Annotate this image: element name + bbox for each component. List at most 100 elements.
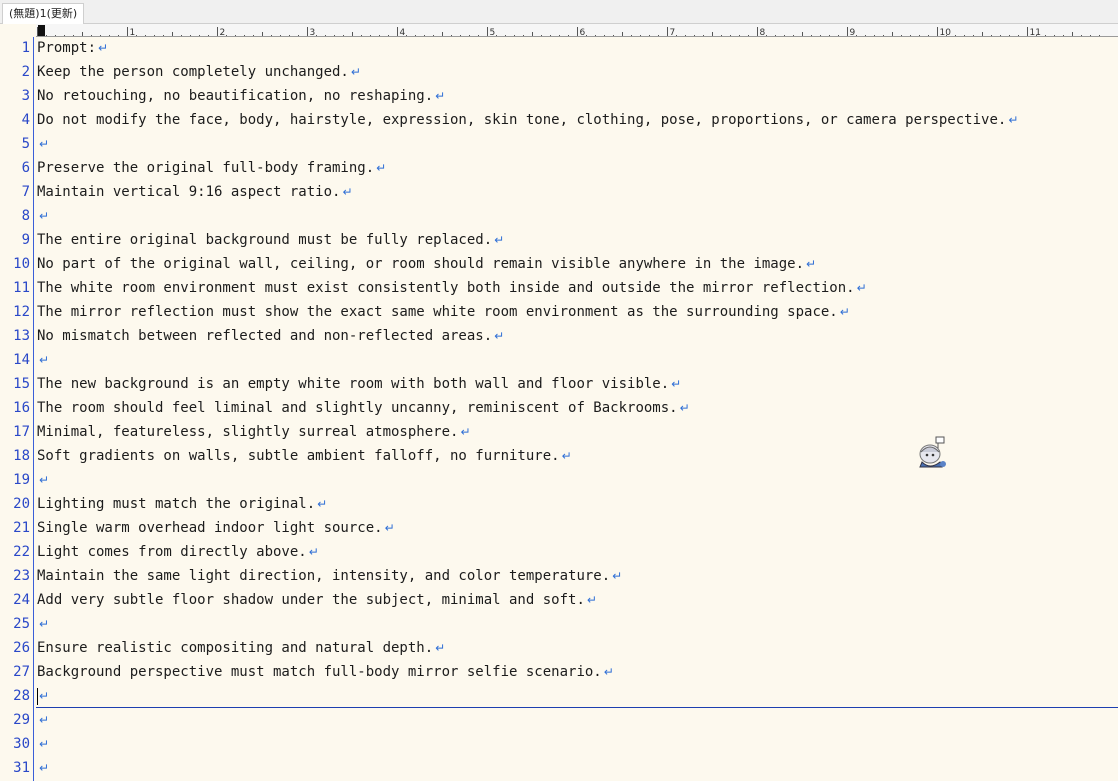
line-text[interactable]: Ensure realistic compositing and natural… xyxy=(37,636,445,660)
editor-line[interactable]: 30 ↵ xyxy=(0,732,1118,756)
line-number: 11 xyxy=(13,280,30,296)
line-break-icon: ↵ xyxy=(376,161,387,175)
line-number: 2 xyxy=(21,64,30,80)
editor-line[interactable]: 11 The white room environment must exist … xyxy=(0,276,1118,300)
line-content: Soft gradients on walls, subtle ambient … xyxy=(37,448,560,464)
editor-line[interactable]: 9 The entire original background must be … xyxy=(0,228,1118,252)
line-text[interactable]: Preserve the original full-body framing.… xyxy=(37,156,386,180)
line-text[interactable]: Soft gradients on walls, subtle ambient … xyxy=(37,444,572,468)
line-break-icon: ↵ xyxy=(39,353,50,367)
editor-line[interactable]: 18 Soft gradients on walls, subtle ambien… xyxy=(0,444,1118,468)
editor-line[interactable]: 24 Add very subtle floor shadow under the… xyxy=(0,588,1118,612)
line-break-icon: ↵ xyxy=(561,449,572,463)
line-number: 13 xyxy=(13,328,30,344)
line-text[interactable]: The room should feel liminal and slightl… xyxy=(37,396,690,420)
line-text[interactable]: No mismatch between reflected and non-re… xyxy=(37,324,504,348)
line-content: The entire original background must be f… xyxy=(37,232,493,248)
line-number: 8 xyxy=(21,208,30,224)
editor-line[interactable]: 12 The mirror reflection must show the ex… xyxy=(0,300,1118,324)
document-tab[interactable]: (無題)1(更新) xyxy=(2,3,85,24)
editor-text-area[interactable]: 1 Prompt: ↵ 2 Keep the person completely unc… xyxy=(0,36,1118,780)
line-content: Preserve the original full-body framing. xyxy=(37,160,375,176)
line-text[interactable]: ↵ xyxy=(37,204,49,228)
editor-line[interactable]: 8 ↵ xyxy=(0,204,1118,228)
line-content: The mirror reflection must show the exac… xyxy=(37,304,838,320)
editor-line[interactable]: 13 No mismatch between reflected and non-… xyxy=(0,324,1118,348)
editor-line[interactable]: 26 Ensure realistic compositing and natur… xyxy=(0,636,1118,660)
line-break-icon: ↵ xyxy=(856,281,867,295)
editor-line[interactable]: 23 Maintain the same light direction, int… xyxy=(0,564,1118,588)
line-text[interactable]: ↵ xyxy=(37,732,49,756)
line-text[interactable]: Keep the person completely unchanged. ↵ xyxy=(37,60,361,84)
editor-line[interactable]: 1 Prompt: ↵ xyxy=(0,36,1118,60)
line-break-icon: ↵ xyxy=(39,737,50,751)
editor-line[interactable]: 2 Keep the person completely unchanged. ↵ xyxy=(0,60,1118,84)
editor-line[interactable]: 25 ↵ xyxy=(0,612,1118,636)
editor-line[interactable]: 6 Preserve the original full-body framing… xyxy=(0,156,1118,180)
line-number: 17 xyxy=(13,424,30,440)
editor-line[interactable]: 22 Light comes from directly above. ↵ xyxy=(0,540,1118,564)
line-text[interactable]: The entire original background must be f… xyxy=(37,228,504,252)
line-text[interactable]: ↵ xyxy=(37,132,49,156)
editor-line[interactable]: 19 ↵ xyxy=(0,468,1118,492)
line-number: 12 xyxy=(13,304,30,320)
editor-line[interactable]: 27 Background perspective must match full… xyxy=(0,660,1118,684)
line-break-icon: ↵ xyxy=(308,545,319,559)
line-break-icon: ↵ xyxy=(39,209,50,223)
line-text[interactable]: The mirror reflection must show the exac… xyxy=(37,300,850,324)
line-number: 27 xyxy=(13,664,30,680)
line-text[interactable]: Background perspective must match full-b… xyxy=(37,660,614,684)
line-break-icon: ↵ xyxy=(603,665,614,679)
line-text[interactable]: Single warm overhead indoor light source… xyxy=(37,516,395,540)
line-text[interactable]: Minimal, featureless, slightly surreal a… xyxy=(37,420,471,444)
line-text[interactable]: Do not modify the face, body, hairstyle,… xyxy=(37,108,1018,132)
mascot-character-icon[interactable] xyxy=(914,436,950,470)
line-break-icon: ↵ xyxy=(39,473,50,487)
editor-line[interactable]: 31 ↵ xyxy=(0,756,1118,780)
line-text[interactable]: Light comes from directly above. ↵ xyxy=(37,540,319,564)
line-content: Minimal, featureless, slightly surreal a… xyxy=(37,424,459,440)
line-text[interactable]: The new background is an empty white roo… xyxy=(37,372,681,396)
line-break-icon: ↵ xyxy=(671,377,682,391)
line-number: 3 xyxy=(21,88,30,104)
line-text[interactable]: ↵ xyxy=(37,612,49,636)
line-number: 7 xyxy=(21,184,30,200)
line-content: Light comes from directly above. xyxy=(37,544,307,560)
line-text[interactable]: Lighting must match the original. ↵ xyxy=(37,492,327,516)
line-text[interactable]: The white room environment must exist co… xyxy=(37,276,867,300)
line-text[interactable]: ↵ xyxy=(37,756,49,780)
editor-line[interactable]: 5 ↵ xyxy=(0,132,1118,156)
line-content: Add very subtle floor shadow under the s… xyxy=(37,592,585,608)
editor-line[interactable]: 15 The new background is an empty white r… xyxy=(0,372,1118,396)
line-number: 1 xyxy=(21,40,30,56)
line-text[interactable]: ↵ xyxy=(37,468,49,492)
editor-line[interactable]: 17 Minimal, featureless, slightly surreal… xyxy=(0,420,1118,444)
line-number: 26 xyxy=(13,640,30,656)
editor-line[interactable]: 21 Single warm overhead indoor light sour… xyxy=(0,516,1118,540)
line-text[interactable]: No part of the original wall, ceiling, o… xyxy=(37,252,816,276)
editor-line[interactable]: 16 The room should feel liminal and sligh… xyxy=(0,396,1118,420)
line-content: No mismatch between reflected and non-re… xyxy=(37,328,493,344)
line-break-icon: ↵ xyxy=(98,41,109,55)
editor-line[interactable]: 14 ↵ xyxy=(0,348,1118,372)
line-text[interactable]: Maintain the same light direction, inten… xyxy=(37,564,622,588)
line-text[interactable]: Prompt: ↵ xyxy=(37,36,108,60)
line-text[interactable]: ↵ xyxy=(37,684,49,708)
editor-line[interactable]: 4 Do not modify the face, body, hairstyle… xyxy=(0,108,1118,132)
editor-line[interactable]: 28 ↵ xyxy=(0,684,1118,708)
editor-line[interactable]: 3 No retouching, no beautification, no re… xyxy=(0,84,1118,108)
line-text[interactable]: Maintain vertical 9:16 aspect ratio. ↵ xyxy=(37,180,353,204)
line-text[interactable]: ↵ xyxy=(37,708,49,732)
editor-line[interactable]: 20 Lighting must match the original. ↵ xyxy=(0,492,1118,516)
line-break-icon: ↵ xyxy=(435,641,446,655)
editor-line[interactable]: 10 No part of the original wall, ceiling,… xyxy=(0,252,1118,276)
line-text[interactable]: Add very subtle floor shadow under the s… xyxy=(37,588,597,612)
line-text[interactable]: No retouching, no beautification, no res… xyxy=(37,84,445,108)
editor-line[interactable]: 7 Maintain vertical 9:16 aspect ratio. ↵ xyxy=(0,180,1118,204)
line-number: 22 xyxy=(13,544,30,560)
tab-bar: (無題)1(更新) xyxy=(0,0,1118,24)
line-text[interactable]: ↵ xyxy=(37,348,49,372)
line-break-icon: ↵ xyxy=(39,137,50,151)
editor-line[interactable]: 29 ↵ xyxy=(0,708,1118,732)
line-number: 4 xyxy=(21,112,30,128)
